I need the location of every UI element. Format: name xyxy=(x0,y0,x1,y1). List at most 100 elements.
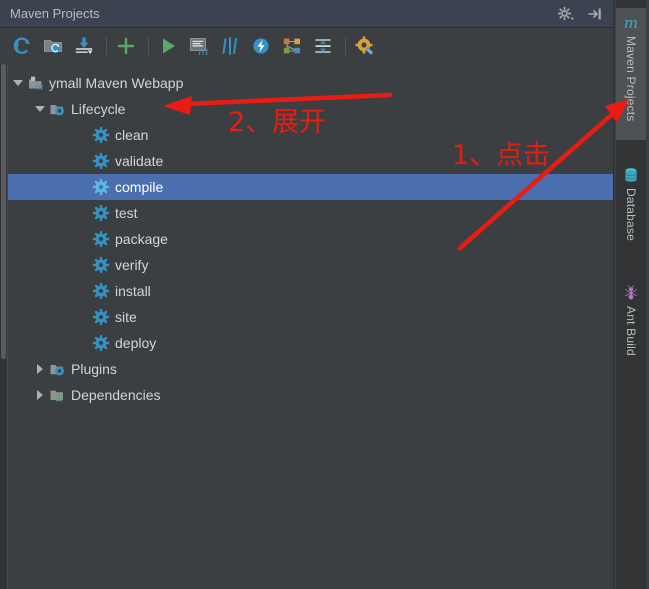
offline-icon xyxy=(253,38,269,54)
expand-collapse-toggle xyxy=(76,309,92,325)
plugins-folder-icon xyxy=(48,360,66,378)
expand-collapse-toggle xyxy=(76,283,92,299)
expand-collapse-toggle[interactable] xyxy=(32,361,48,377)
tree-row[interactable]: Lifecycle xyxy=(8,96,613,122)
expand-collapse-toggle xyxy=(76,231,92,247)
expand-collapse-toggle xyxy=(76,205,92,221)
expand-collapse-toggle[interactable] xyxy=(32,387,48,403)
tree-row-selected[interactable]: compile xyxy=(8,174,613,200)
skip-tests-icon xyxy=(222,37,237,55)
expand-collapse-toggle xyxy=(76,153,92,169)
goal-gear-icon xyxy=(92,204,110,222)
maven-settings-button[interactable] xyxy=(351,32,379,60)
execute-goal-button[interactable]: m xyxy=(185,32,213,60)
tree-row[interactable]: Plugins xyxy=(8,356,613,382)
run-build-button[interactable] xyxy=(154,32,182,60)
svg-text:m: m xyxy=(35,83,44,92)
expand-collapse-toggle xyxy=(76,127,92,143)
maven-console-icon: m xyxy=(190,38,208,57)
add-folder-icon xyxy=(44,40,62,53)
tree-row[interactable]: test xyxy=(8,200,613,226)
gear-icon xyxy=(557,6,574,21)
goal-gear-icon xyxy=(92,230,110,248)
dependencies-folder-icon xyxy=(48,386,66,404)
expand-collapse-toggle xyxy=(76,257,92,273)
goal-gear-icon xyxy=(92,256,110,274)
tree-row[interactable]: deploy xyxy=(8,330,613,356)
right-tool-window-bar: m Maven Projects Database Ant Build xyxy=(613,0,649,589)
titlebar-actions xyxy=(556,4,605,24)
toggle-offline-button[interactable] xyxy=(247,32,275,60)
tree-node-label: ymall Maven Webapp xyxy=(49,75,184,91)
maven-settings-icon xyxy=(355,36,374,56)
toolbar-separator xyxy=(148,37,149,55)
tree-row[interactable]: package xyxy=(8,226,613,252)
right-tool-window-bar-inner: m Maven Projects Database Ant Build xyxy=(616,0,646,589)
toolbar-separator xyxy=(106,37,107,55)
reimport-button[interactable] xyxy=(8,32,36,60)
maven-projects-tool-window: Maven Projects m m ymall Maven Webapp Li… xyxy=(0,0,649,589)
tree-row[interactable]: validate xyxy=(8,148,613,174)
chevron-down-icon xyxy=(13,80,23,86)
collapse-all-button[interactable] xyxy=(309,32,337,60)
sidebar-tab-ant-build[interactable]: Ant Build xyxy=(616,278,646,378)
chevron-down-icon xyxy=(570,17,574,20)
tree-node-label: Plugins xyxy=(71,361,117,377)
show-dependencies-button[interactable] xyxy=(278,32,306,60)
chevron-right-icon xyxy=(37,364,43,374)
goal-gear-icon xyxy=(92,152,110,170)
sidebar-tab-label: Database xyxy=(624,188,638,241)
toggle-skip-tests-button[interactable] xyxy=(216,32,244,60)
collapse-all-icon xyxy=(315,39,331,53)
sidebar-tab-database[interactable]: Database xyxy=(616,160,646,260)
tree-row[interactable]: clean xyxy=(8,122,613,148)
tree-node-label: test xyxy=(115,205,138,221)
add-maven-project-button[interactable] xyxy=(39,32,67,60)
lifecycle-folder-icon xyxy=(48,100,66,118)
download-sources-button[interactable] xyxy=(70,32,98,60)
expand-collapse-toggle xyxy=(76,179,92,195)
svg-text:m: m xyxy=(198,45,208,57)
tree-node-label: site xyxy=(115,309,137,325)
database-icon xyxy=(622,166,640,184)
expand-collapse-toggle xyxy=(76,335,92,351)
svg-text:m: m xyxy=(624,14,638,32)
tree-node-label: deploy xyxy=(115,335,157,351)
maven-toolbar: m xyxy=(0,28,613,64)
tree-row[interactable]: site xyxy=(8,304,613,330)
expand-collapse-toggle[interactable] xyxy=(10,75,26,91)
goal-gear-icon xyxy=(92,282,110,300)
sidebar-tab-maven-projects[interactable]: m Maven Projects xyxy=(616,8,646,140)
sidebar-tab-label: Ant Build xyxy=(624,306,638,356)
sidebar-tab-label: Maven Projects xyxy=(624,36,638,122)
chevron-right-icon xyxy=(37,390,43,400)
tree-row[interactable]: verify xyxy=(8,252,613,278)
tree-node-label: compile xyxy=(115,179,164,195)
goal-gear-icon xyxy=(92,126,110,144)
maven-module-icon: m xyxy=(26,74,44,92)
goal-gear-icon xyxy=(92,334,110,352)
tree-node-label: package xyxy=(115,231,168,247)
tree-left-gutter xyxy=(0,64,8,589)
tree-row[interactable]: Dependencies xyxy=(8,382,613,408)
expand-collapse-toggle[interactable] xyxy=(32,101,48,117)
plus-icon xyxy=(117,37,135,55)
tree-node-label: Lifecycle xyxy=(71,101,126,117)
download-icon xyxy=(75,37,93,54)
vertical-scrollbar-thumb[interactable] xyxy=(1,64,6,359)
hide-tool-window-button[interactable] xyxy=(585,4,605,24)
refresh-icon xyxy=(13,37,30,54)
tree-row[interactable]: install xyxy=(8,278,613,304)
hide-panel-icon xyxy=(588,8,601,20)
tree-node-label: verify xyxy=(115,257,149,273)
tree-node-label: Dependencies xyxy=(71,387,161,403)
add-button[interactable] xyxy=(112,32,140,60)
settings-gear-dropdown[interactable] xyxy=(556,4,576,24)
tree-row[interactable]: m ymall Maven Webapp xyxy=(8,70,613,96)
run-icon xyxy=(163,38,175,54)
tree-node-label: validate xyxy=(115,153,164,169)
maven-m-icon: m xyxy=(622,14,640,32)
chevron-down-icon xyxy=(35,106,45,112)
goal-gear-icon xyxy=(92,178,110,196)
tree-node-label: clean xyxy=(115,127,149,143)
